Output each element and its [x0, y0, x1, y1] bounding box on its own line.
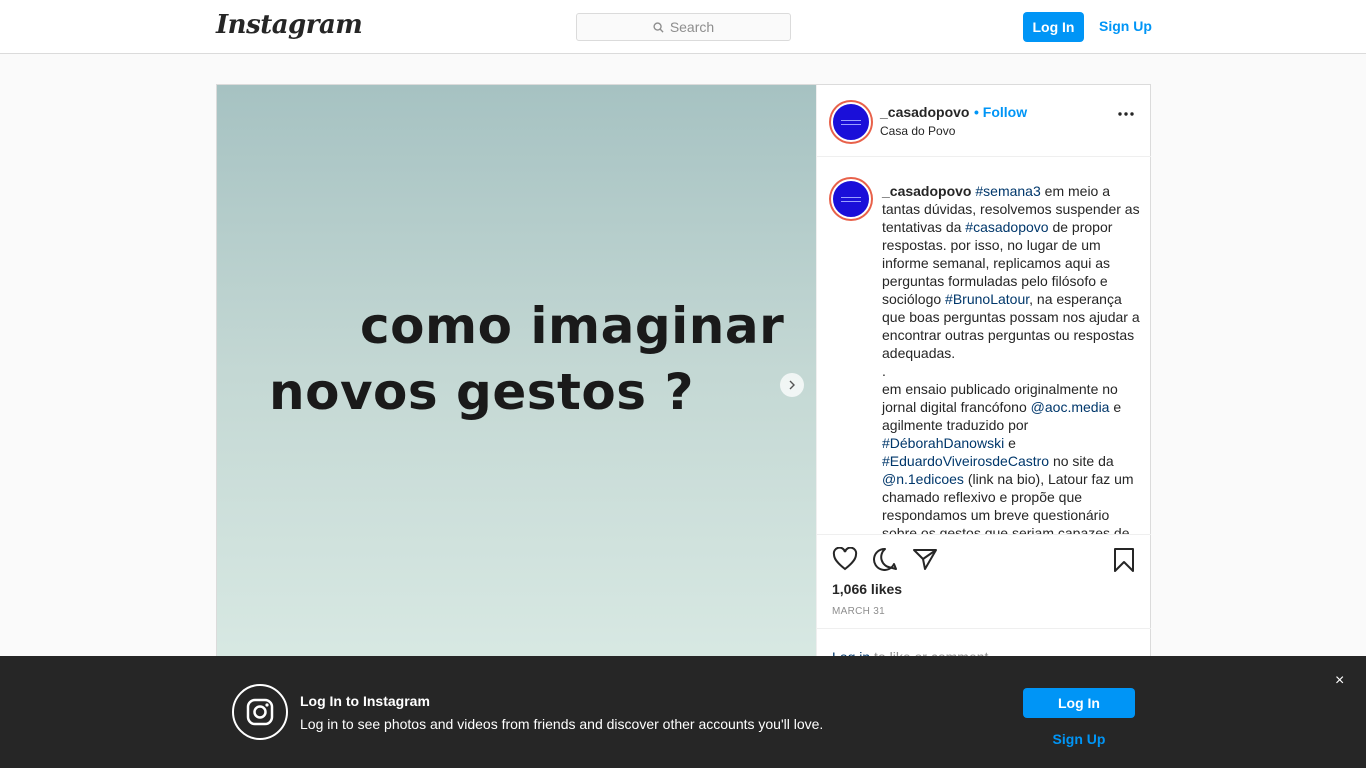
- more-options-icon[interactable]: [1117, 111, 1135, 117]
- search-icon: [653, 21, 664, 33]
- post-actions: 1,066 likes MARCH 31: [817, 534, 1151, 628]
- banner-login-button[interactable]: Log In: [1023, 688, 1135, 718]
- like-count[interactable]: 1,066 likes: [832, 581, 902, 597]
- comment-icon[interactable]: [872, 547, 898, 571]
- login-button[interactable]: Log In: [1023, 12, 1084, 42]
- caption-avatar[interactable]: [831, 179, 871, 219]
- close-icon[interactable]: ×: [1335, 672, 1344, 690]
- caption-text: .: [882, 363, 886, 379]
- caption-link[interactable]: #casadopovo: [965, 219, 1048, 235]
- post-full-name: Casa do Povo: [880, 124, 956, 138]
- caption-text: e: [1004, 435, 1016, 451]
- signup-link[interactable]: Sign Up: [1099, 18, 1152, 34]
- caption-link[interactable]: #EduardoViveirosdeCastro: [882, 453, 1049, 469]
- caption-scroll-area[interactable]: _casadopovo #semana3 em meio a tantas dú…: [817, 158, 1151, 534]
- caption-text: no site da: [1049, 453, 1114, 469]
- top-navigation-bar: Instagram Search Log In Sign Up: [0, 0, 1366, 54]
- search-input[interactable]: Search: [576, 13, 791, 41]
- caption-link[interactable]: #DéborahDanowski: [882, 435, 1004, 451]
- avatar[interactable]: [831, 102, 871, 142]
- post-image[interactable]: como imaginar novos gestos ?: [217, 85, 816, 723]
- banner-title: Log In to Instagram: [300, 693, 430, 709]
- banner-signup-link[interactable]: Sign Up: [1023, 731, 1135, 747]
- share-icon[interactable]: [912, 547, 938, 571]
- caption-link[interactable]: #BrunoLatour: [945, 291, 1029, 307]
- instagram-logo[interactable]: Instagram: [216, 10, 363, 40]
- image-text-line-1: como imaginar: [360, 297, 785, 355]
- bookmark-icon[interactable]: [1113, 547, 1135, 573]
- post-caption: _casadopovo #semana3 em meio a tantas dú…: [882, 182, 1140, 534]
- instagram-logo-icon: [232, 684, 288, 740]
- post-sidebar: _casadopovo • Follow Casa do Povo _casad…: [816, 85, 1151, 723]
- post-header: _casadopovo • Follow Casa do Povo: [817, 85, 1151, 157]
- caption-link[interactable]: @aoc.media: [1031, 399, 1110, 415]
- heart-icon[interactable]: [832, 547, 858, 571]
- avatar-logo-mark: [841, 119, 861, 125]
- chevron-right-icon: [789, 380, 795, 390]
- post-username[interactable]: _casadopovo: [880, 104, 969, 120]
- post-date: MARCH 31: [832, 606, 885, 617]
- search-placeholder: Search: [669, 19, 715, 35]
- next-image-button[interactable]: [780, 373, 804, 397]
- image-text-line-2: novos gestos ?: [269, 363, 694, 421]
- banner-text: Log in to see photos and videos from fri…: [300, 716, 824, 732]
- post-card: como imaginar novos gestos ? _casadopovo…: [216, 84, 1151, 724]
- follow-button[interactable]: • Follow: [974, 104, 1027, 120]
- caption-username[interactable]: _casadopovo: [882, 183, 971, 199]
- avatar-logo-mark: [841, 196, 861, 202]
- caption-link[interactable]: @n.1edicoes: [882, 471, 964, 487]
- caption-link[interactable]: #semana3: [975, 183, 1040, 199]
- login-banner: Log In to Instagram Log in to see photos…: [0, 656, 1366, 768]
